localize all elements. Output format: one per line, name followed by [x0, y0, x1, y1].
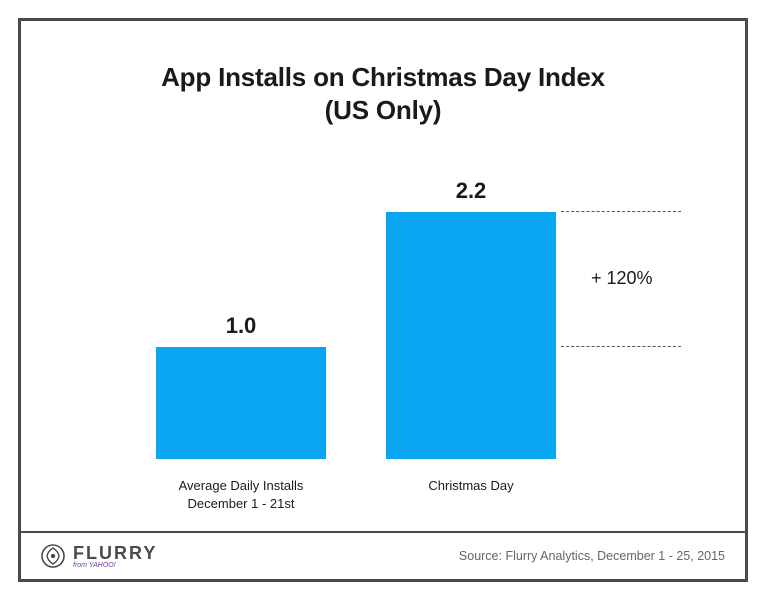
footer: FLURRY from YAHOO! Source: Flurry Analyt…	[21, 531, 745, 579]
bar-category-label: Christmas Day	[371, 477, 571, 495]
brand: FLURRY from YAHOO!	[41, 543, 157, 569]
chart-title: App Installs on Christmas Day Index (US …	[21, 61, 745, 126]
title-line-1: App Installs on Christmas Day Index	[21, 61, 745, 94]
title-line-2: (US Only)	[21, 94, 745, 127]
brand-byline: from YAHOO!	[73, 562, 116, 569]
flurry-logo-icon	[41, 544, 65, 568]
bar-category-label: Average Daily InstallsDecember 1 - 21st	[141, 477, 341, 512]
source-text: Source: Flurry Analytics, December 1 - 2…	[459, 549, 725, 563]
annotation-dash-top	[561, 211, 681, 212]
brand-text-col: FLURRY from YAHOO!	[73, 543, 157, 569]
brand-name: FLURRY	[73, 543, 157, 564]
annotation-text: + 120%	[591, 268, 653, 289]
annotation-dash-bottom	[561, 346, 681, 347]
percent-annotation: + 120%	[101, 191, 705, 459]
chart-frame: App Installs on Christmas Day Index (US …	[18, 18, 748, 582]
plot-area: 1.0Average Daily InstallsDecember 1 - 21…	[101, 191, 705, 459]
